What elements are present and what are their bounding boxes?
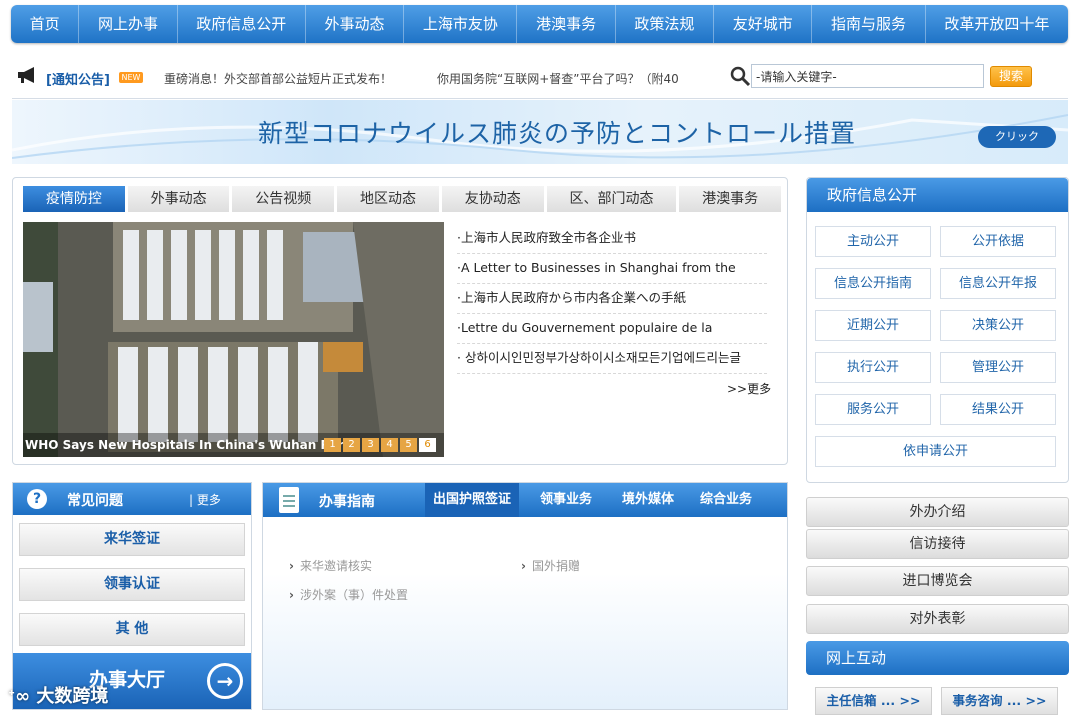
guide-title: 办事指南: [319, 494, 375, 510]
link-commendation[interactable]: 对外表彰: [806, 604, 1069, 634]
nav-friendship-assoc[interactable]: 上海市友协: [404, 5, 518, 43]
nav-sister-cities[interactable]: 友好城市: [714, 5, 813, 43]
guide-item[interactable]: 来华邀请核实: [289, 557, 372, 574]
watermark-text: 大数跨境: [36, 686, 109, 707]
main-nav: 首页 网上办事 政府信息公开 外事动态 上海市友协 港澳事务 政策法规 友好城市…: [11, 5, 1068, 43]
faq-panel: ? 常见问题 | 更多 来华签证 领事认证 其 他 办事大厅 →: [12, 482, 252, 710]
faq-title: 常见问题: [67, 493, 123, 509]
new-badge: NEW: [119, 72, 143, 83]
photo-pager: 1 2 3 4 5 6: [322, 438, 436, 452]
pager-item[interactable]: 5: [400, 438, 417, 452]
news-item[interactable]: ·上海市人民政府致全市各企业书: [457, 224, 767, 254]
pager-item[interactable]: 1: [324, 438, 341, 452]
pager-item[interactable]: 3: [362, 438, 379, 452]
nav-guide[interactable]: 指南与服务: [812, 5, 926, 43]
guide-tab-general[interactable]: 综合业务: [700, 483, 752, 517]
nav-online-service[interactable]: 网上办事: [79, 5, 178, 43]
gov-button[interactable]: 信息公开年报: [940, 268, 1056, 299]
gov-info-panel: 政府信息公开 主动公开 公开依据 信息公开指南 信息公开年报 近期公开 决策公开…: [806, 177, 1069, 483]
megaphone-icon: [18, 67, 34, 83]
banner-click-button[interactable]: クリック: [978, 126, 1056, 148]
search-icon[interactable]: [729, 65, 751, 87]
nav-reform-40[interactable]: 改革开放四十年: [926, 5, 1068, 43]
gov-button[interactable]: 公开依据: [940, 226, 1056, 257]
nav-hk-macao[interactable]: 港澳事务: [517, 5, 616, 43]
guide-item[interactable]: 国外捐赠: [521, 557, 580, 574]
director-mailbox-button[interactable]: 主任信箱 ... >>: [815, 687, 932, 715]
news-item[interactable]: ·上海市人民政府から市内各企業への手紙: [457, 284, 767, 314]
gov-button[interactable]: 决策公开: [940, 310, 1056, 341]
gov-button[interactable]: 执行公开: [815, 352, 931, 383]
watermark-logo-icon: ᐩ∞: [8, 686, 37, 707]
faq-header: ? 常见问题 | 更多: [13, 483, 251, 515]
news-item[interactable]: · 상하이시인민정부가상하이시소재모든기업에드리는글: [457, 344, 767, 374]
aerial-hospital-photo: [23, 222, 444, 457]
interact-title: 网上互动: [806, 641, 1069, 675]
link-petitions[interactable]: 信访接待: [806, 529, 1069, 559]
news-item[interactable]: ·Lettre du Gouvernement populaire de la: [457, 314, 767, 344]
guide-tab-media[interactable]: 境外媒体: [622, 483, 674, 517]
pager-item[interactable]: 2: [343, 438, 360, 452]
gov-button[interactable]: 主动公开: [815, 226, 931, 257]
guide-tab-consular[interactable]: 领事业务: [540, 483, 592, 517]
consultation-button[interactable]: 事务咨询 ... >>: [941, 687, 1058, 715]
nav-gov-info[interactable]: 政府信息公开: [178, 5, 306, 43]
covid-banner[interactable]: 新型コロナウイルス肺炎の予防とコントロール措置 クリック: [12, 100, 1068, 164]
gov-apply-button[interactable]: 依申请公开: [815, 436, 1056, 467]
search-input[interactable]: [751, 64, 984, 88]
banner-title: 新型コロナウイルス肺炎の予防とコントロール措置: [258, 119, 857, 148]
faq-visa-button[interactable]: 来华签证: [19, 523, 245, 556]
gov-button[interactable]: 近期公开: [815, 310, 931, 341]
tab-foreign-affairs[interactable]: 外事动态: [127, 186, 230, 212]
divider: [12, 98, 1068, 99]
guide-item[interactable]: 涉外案（事）件处置: [289, 586, 408, 603]
notice-item[interactable]: 重磅消息！外交部首部公益短片正式发布！: [164, 70, 414, 87]
arrow-right-icon: →: [207, 663, 243, 699]
pager-item-current[interactable]: 6: [419, 438, 436, 452]
tab-district-dept[interactable]: 区、部门动态: [546, 186, 677, 212]
tab-announcement-video[interactable]: 公告视频: [232, 186, 335, 212]
gov-info-title: 政府信息公开: [807, 178, 1068, 212]
nav-policy[interactable]: 政策法规: [616, 5, 715, 43]
news-item[interactable]: ·A Letter to Businesses in Shanghai from…: [457, 254, 767, 284]
gov-button[interactable]: 管理公开: [940, 352, 1056, 383]
search-button[interactable]: 搜索: [990, 66, 1032, 87]
tab-hk-macao[interactable]: 港澳事务: [679, 186, 782, 212]
tab-friendship[interactable]: 友协动态: [441, 186, 544, 212]
clipboard-icon: [279, 487, 299, 513]
tab-epidemic[interactable]: 疫情防控: [23, 186, 125, 212]
guide-header: 办事指南 出国护照签证 领事业务 境外媒体 综合业务: [263, 483, 787, 517]
news-tabs: 疫情防控 外事动态 公告视频 地区动态 友协动态 区、部门动态 港澳事务: [23, 186, 782, 212]
faq-consular-button[interactable]: 领事认证: [19, 568, 245, 601]
notice-title[interactable]: [通知公告]: [46, 69, 110, 88]
watermark: ᐩ∞ 大数跨境: [8, 682, 108, 708]
guide-tab-passport[interactable]: 出国护照签证: [425, 483, 520, 517]
news-photo-slideshow[interactable]: WHO Says New Hospitals In China's Wuhan …: [23, 222, 444, 457]
news-list: ·上海市人民政府致全市各企业书 ·A Letter to Businesses …: [457, 224, 771, 396]
news-panel: 疫情防控 外事动态 公告视频 地区动态 友协动态 区、部门动态 港澳事务 WHO…: [12, 177, 788, 465]
link-import-expo[interactable]: 进口博览会: [806, 566, 1069, 596]
link-office-intro[interactable]: 外办介绍: [806, 497, 1069, 527]
question-icon: ?: [27, 489, 47, 509]
gov-button[interactable]: 信息公开指南: [815, 268, 931, 299]
notice-item[interactable]: 你用国务院“互联网+督查”平台了吗？（附40: [437, 70, 705, 87]
notice-bar: [通知公告] NEW 重磅消息！外交部首部公益短片正式发布！ 你用国务院“互联网…: [16, 60, 1066, 94]
gov-button[interactable]: 服务公开: [815, 394, 931, 425]
nav-home[interactable]: 首页: [11, 5, 80, 43]
guide-panel: 办事指南 出国护照签证 领事业务 境外媒体 综合业务 来华邀请核实 国外捐赠 涉…: [262, 482, 788, 710]
faq-other-button[interactable]: 其 他: [19, 613, 245, 646]
pager-item[interactable]: 4: [381, 438, 398, 452]
tab-regional[interactable]: 地区动态: [337, 186, 439, 212]
gov-button[interactable]: 结果公开: [940, 394, 1056, 425]
faq-more-link[interactable]: | 更多: [189, 491, 221, 508]
nav-foreign-affairs[interactable]: 外事动态: [306, 5, 405, 43]
news-more-link[interactable]: >>更多: [727, 380, 771, 397]
